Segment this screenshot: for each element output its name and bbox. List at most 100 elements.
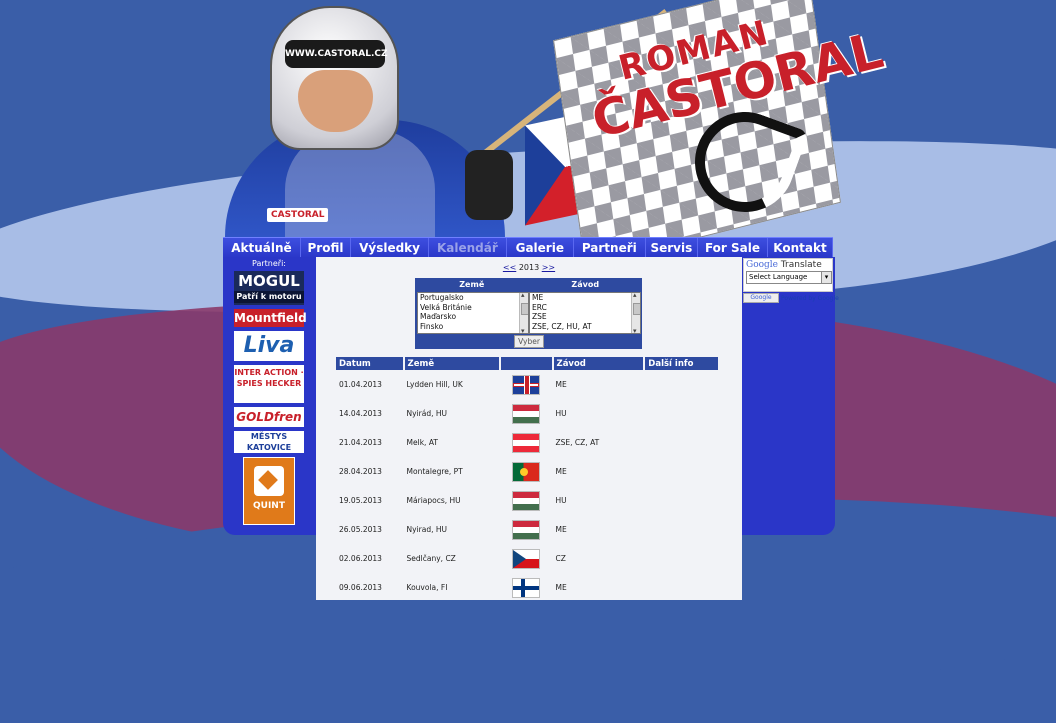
partner-logo-mountfield[interactable]: Mountfield	[234, 309, 307, 327]
table-row[interactable]: 21.04.2013 Melk, AT ZSE, CZ, AT	[336, 428, 719, 457]
google-translate-widget: Google Translate Select Language ▾	[743, 258, 833, 292]
event-place: Kouvola, FI	[406, 583, 448, 592]
nav-item-0[interactable]: Aktuálně	[223, 238, 301, 258]
race-option[interactable]: ZSE	[530, 312, 640, 322]
glove	[465, 150, 513, 220]
event-info	[644, 544, 719, 573]
table-row[interactable]: 26.05.2013 Nyirad, HU ME	[336, 515, 719, 544]
event-race: ME	[555, 525, 567, 534]
race-option[interactable]: ERC	[530, 303, 640, 313]
partner-logo-mogul[interactable]: MOGUL Patří k motoru	[234, 271, 304, 305]
table-row[interactable]: 14.04.2013 Nyirád, HU HU	[336, 399, 719, 428]
flag-fi-icon	[512, 577, 541, 598]
event-race: ME	[555, 380, 567, 389]
nav-item-4[interactable]: Galerie	[507, 238, 574, 258]
quint-icon	[254, 466, 284, 496]
nav-item-2[interactable]: Výsledky	[351, 238, 429, 258]
event-race: ME	[555, 583, 567, 592]
event-date: 02.06.2013	[339, 554, 382, 563]
flag-uk-icon	[512, 374, 541, 395]
race-option[interactable]: ME	[530, 293, 640, 303]
country-option[interactable]: Finsko	[418, 322, 528, 332]
nav-item-8[interactable]: Kontakt	[768, 238, 833, 258]
column-header: Závod	[552, 357, 646, 370]
event-flag	[500, 515, 553, 544]
event-place: Melk, AT	[406, 438, 438, 447]
country-option[interactable]: Maďarsko	[418, 312, 528, 322]
filter-submit-button[interactable]: Vyber	[514, 335, 544, 348]
partner-logo-quint[interactable]: QUINT	[243, 457, 295, 525]
year-navigation: << 2013 >>	[316, 263, 742, 272]
table-row[interactable]: 09.06.2013 Kouvola, FI ME	[336, 573, 719, 602]
event-date: 28.04.2013	[339, 467, 382, 476]
column-header: Země	[403, 357, 501, 370]
event-place: Lydden Hill, UK	[406, 380, 463, 389]
event-info	[644, 457, 719, 486]
event-race: HU	[555, 409, 567, 418]
event-place: Nyirad, HU	[406, 525, 448, 534]
table-row[interactable]: 28.04.2013 Montalegre, PT ME	[336, 457, 719, 486]
next-year-link[interactable]: >>	[542, 263, 555, 272]
prev-year-link[interactable]: <<	[503, 263, 516, 272]
event-place: Montalegre, PT	[406, 467, 463, 476]
current-year: 2013	[518, 263, 540, 272]
country-option[interactable]: Portugalsko	[418, 293, 528, 303]
event-place: Nyirád, HU	[406, 409, 448, 418]
event-flag	[500, 370, 553, 399]
event-info	[644, 399, 719, 428]
partner-logo-goldfren[interactable]: GOLDfren	[234, 407, 304, 427]
nav-item-3[interactable]: Kalendář	[429, 238, 507, 258]
flag-cz-icon	[512, 548, 541, 569]
suit-logo: CASTORAL	[267, 208, 329, 222]
partner-logo-liva[interactable]: Liva	[234, 331, 304, 361]
flag-hu-icon	[512, 490, 541, 511]
google-logo-icon[interactable]: Google	[743, 293, 779, 303]
partner-logo-interaction[interactable]: INTER ACTION · SPIES HECKER	[234, 365, 304, 403]
column-header: Datum	[336, 357, 405, 370]
main-nav: Aktuálně Profil Výsledky Kalendář Galerie Par…	[223, 237, 833, 258]
filter-race-header: Závod	[571, 280, 600, 289]
event-date: 26.05.2013	[339, 525, 382, 534]
column-header	[499, 357, 554, 370]
country-listbox[interactable]: Portugalsko Velká Británie Maďarsko Finsko	[417, 292, 529, 334]
nav-item-7[interactable]: For Sale	[698, 238, 768, 258]
column-header: Další info	[644, 357, 720, 370]
calendar-content: << 2013 >> Země Závod Portugalsko Velká B…	[316, 257, 742, 600]
event-race: ME	[555, 467, 567, 476]
event-info	[644, 428, 719, 457]
table-row[interactable]: 02.06.2013 Sedlčany, CZ CZ	[336, 544, 719, 573]
partners-sidebar: Partneři: MOGUL Patří k motoru Mountfiel…	[228, 257, 310, 529]
race-scrollbar[interactable]	[631, 293, 640, 333]
event-date: 21.04.2013	[339, 438, 382, 447]
nav-item-6[interactable]: Servis	[646, 238, 698, 258]
event-race: ZSE, CZ, AT	[555, 438, 600, 447]
event-date: 14.04.2013	[339, 409, 382, 418]
event-flag	[500, 428, 553, 457]
flag-hu-icon	[512, 519, 541, 540]
race-option[interactable]: ZSE, CZ, HU, AT	[530, 322, 640, 332]
flag-at-icon	[512, 432, 541, 453]
race-listbox[interactable]: ME ERC ZSE ZSE, CZ, HU, AT	[529, 292, 641, 334]
event-date: 19.05.2013	[339, 496, 382, 505]
powered-text: Powered by Google	[781, 294, 839, 302]
partner-logo-katovice[interactable]: MĚSTYS KATOVICE	[234, 431, 304, 453]
country-option[interactable]: Velká Británie	[418, 303, 528, 313]
nav-item-1[interactable]: Profil	[301, 238, 352, 258]
table-row[interactable]: 19.05.2013 Máriapocs, HU HU	[336, 486, 719, 515]
event-info	[644, 486, 719, 515]
header-banner: WWW.CASTORAL.CZ CASTORAL ROMAN ČASTORAL	[225, 0, 889, 267]
event-info	[644, 573, 719, 602]
event-place: Sedlčany, CZ	[406, 554, 456, 563]
language-select[interactable]: Select Language ▾	[746, 271, 832, 284]
event-info	[644, 370, 719, 399]
country-scrollbar[interactable]	[519, 293, 528, 333]
event-flag	[500, 399, 553, 428]
event-flag	[500, 457, 553, 486]
event-race: HU	[555, 496, 567, 505]
google-brand: Google	[746, 260, 778, 270]
nav-item-5[interactable]: Partneři	[574, 238, 646, 258]
table-row[interactable]: 01.04.2013 Lydden Hill, UK ME	[336, 370, 719, 399]
flag-hu-icon	[512, 403, 541, 424]
event-race: CZ	[555, 554, 566, 563]
event-date: 09.06.2013	[339, 583, 382, 592]
